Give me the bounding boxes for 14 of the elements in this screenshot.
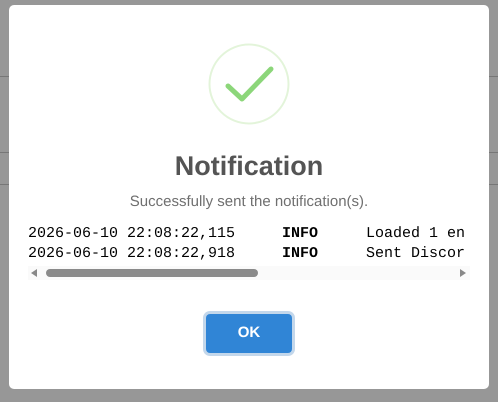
log-message: Loaded 1 en — [366, 224, 466, 244]
scrollbar-thumb[interactable] — [46, 269, 258, 277]
dialog-message: Successfully sent the notification(s). — [130, 192, 368, 212]
scroll-left-icon[interactable] — [31, 269, 37, 277]
ok-button[interactable]: OK — [206, 314, 292, 353]
horizontal-scrollbar[interactable] — [28, 266, 470, 280]
dialog-title: Notification — [174, 150, 324, 183]
scroll-right-icon[interactable] — [460, 269, 466, 277]
log-level: INFO — [282, 244, 320, 264]
log-timestamp: 2026-06-10 22:08:22,918 — [28, 244, 236, 264]
log-timestamp: 2026-06-10 22:08:22,115 — [28, 224, 236, 244]
log-level: INFO — [282, 224, 320, 244]
log-message: Sent Discor — [366, 244, 466, 264]
success-check-icon — [208, 43, 290, 125]
